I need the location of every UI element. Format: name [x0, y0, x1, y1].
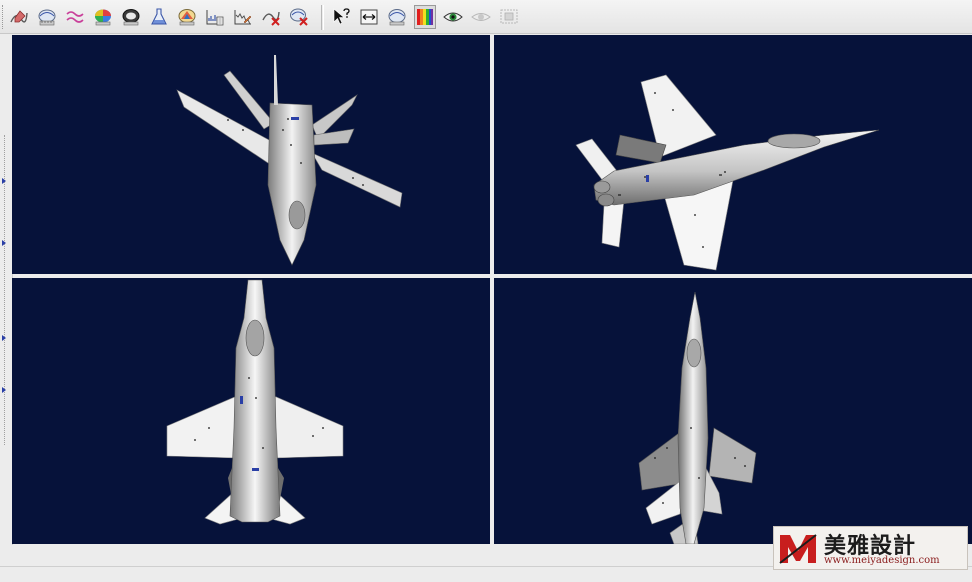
strip-marker[interactable]	[2, 335, 6, 341]
color-spectrum-icon	[417, 9, 433, 25]
wave-lines-icon	[66, 11, 84, 23]
fit-width-icon	[360, 9, 378, 25]
aircraft-front-perspective-view	[638, 291, 757, 544]
color-wheel-button[interactable]	[92, 5, 114, 29]
graph-pen-icon	[10, 10, 28, 23]
help-pointer-icon	[333, 8, 350, 25]
delete-gauge-icon	[290, 8, 308, 26]
m-logo-icon	[779, 534, 817, 564]
eye-button[interactable]	[442, 5, 464, 29]
flask-icon	[151, 8, 167, 25]
color-spectrum-button[interactable]	[414, 5, 436, 29]
watermark-logo: 美雅設計 www.meiyadesign.com	[773, 526, 968, 570]
viewport-bottom-right[interactable]	[494, 278, 972, 544]
graph-pen-button[interactable]	[8, 5, 30, 29]
chart-data-icon	[206, 10, 224, 26]
aircraft-perspective-view	[176, 55, 403, 266]
strip-marker[interactable]	[2, 240, 6, 246]
noisy-chart-icon	[234, 10, 252, 25]
toolbar	[0, 0, 972, 34]
delete-graph-icon	[262, 11, 280, 26]
contour-gauge-icon	[38, 9, 56, 26]
aircraft-side-perspective-view	[575, 74, 880, 271]
chart-data-button[interactable]	[204, 5, 226, 29]
eye-disabled-icon	[471, 13, 491, 21]
contour-gauge-button[interactable]	[36, 5, 58, 29]
flask-button[interactable]	[148, 5, 170, 29]
screen-select-button[interactable]	[498, 5, 520, 29]
palette-button[interactable]	[176, 5, 198, 29]
viewport-top-left[interactable]	[12, 35, 490, 274]
noisy-chart-button[interactable]	[232, 5, 254, 29]
eye-disabled-button[interactable]	[470, 5, 492, 29]
wave-lines-button[interactable]	[64, 5, 86, 29]
delete-gauge-button[interactable]	[288, 5, 310, 29]
watermark-url: www.meiyadesign.com	[824, 555, 940, 566]
gauge-dark-icon	[122, 9, 140, 26]
palette-icon	[178, 9, 196, 26]
gauge-scale-button[interactable]	[386, 5, 408, 29]
color-wheel-icon	[95, 9, 111, 26]
delete-graph-button[interactable]	[260, 5, 282, 29]
gauge-dark-button[interactable]	[120, 5, 142, 29]
aircraft-top-view	[166, 279, 344, 525]
fit-width-button[interactable]	[358, 5, 380, 29]
toolbar-grip[interactable]	[2, 5, 6, 29]
viewport-bottom-left[interactable]	[12, 278, 490, 544]
gauge-scale-icon	[388, 9, 406, 26]
eye-icon	[443, 12, 463, 22]
strip-marker[interactable]	[2, 387, 6, 393]
help-pointer-button[interactable]	[330, 5, 352, 29]
strip-marker[interactable]	[2, 178, 6, 184]
viewport-top-right[interactable]	[494, 35, 972, 274]
screen-select-icon	[500, 9, 518, 24]
toolbar-separator	[321, 5, 324, 30]
